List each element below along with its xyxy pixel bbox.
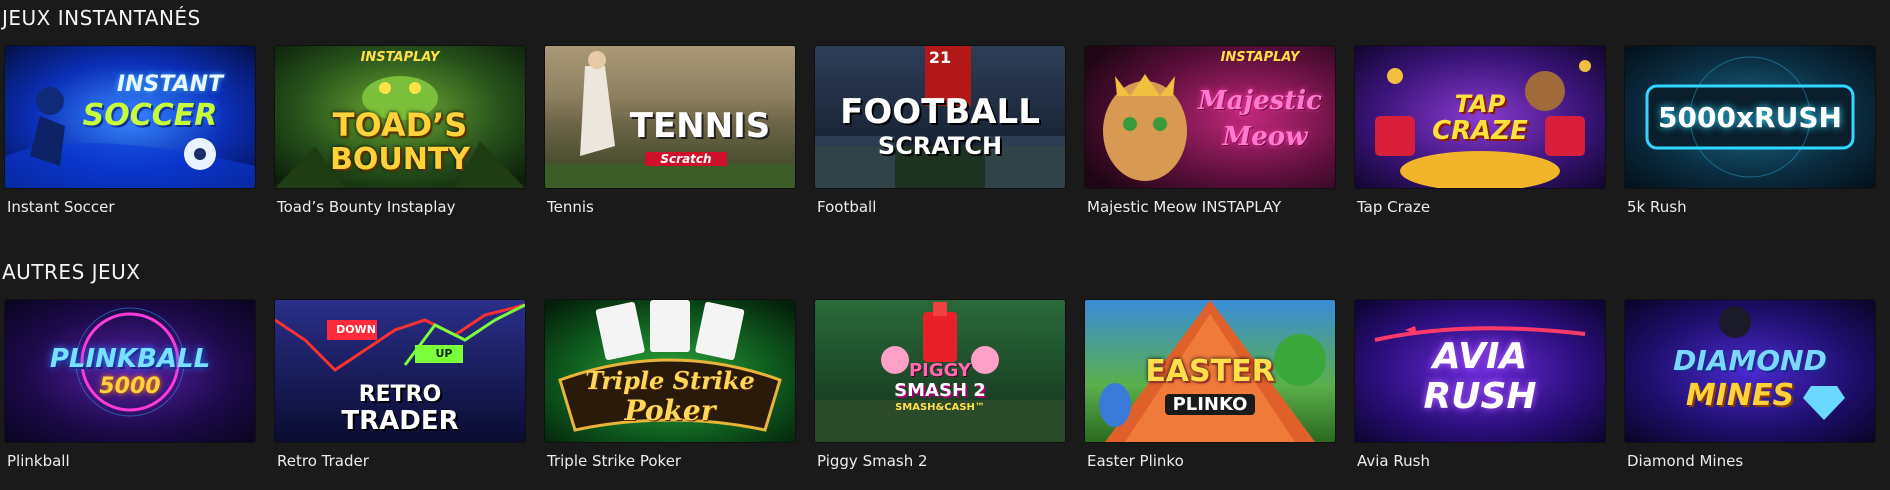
game-card-retro-trader[interactable]: DOWN UP RETRO TRADER Retro Trader (275, 300, 527, 470)
game-title[interactable]: Diamond Mines (1627, 452, 1743, 470)
game-title[interactable]: Plinkball (7, 452, 70, 470)
game-card-tap-craze[interactable]: TAP CRAZE Tap Craze (1355, 46, 1607, 216)
game-title[interactable]: Piggy Smash 2 (817, 452, 928, 470)
game-thumbnail[interactable]: AVIA RUSH (1355, 300, 1605, 442)
game-thumbnail[interactable]: TAP CRAZE (1355, 46, 1605, 188)
game-card-instant-soccer[interactable]: INSTANT SOCCER Instant Soccer (5, 46, 257, 216)
game-thumbnail[interactable]: INSTAPLAY Majestic Meow (1085, 46, 1335, 188)
game-title[interactable]: Majestic Meow INSTAPLAY (1087, 198, 1281, 216)
section-title: JEUX INSTANTANÉS (2, 6, 201, 30)
game-thumbnail[interactable]: DOWN UP RETRO TRADER (275, 300, 525, 442)
game-title[interactable]: Tap Craze (1357, 198, 1430, 216)
game-title[interactable]: Easter Plinko (1087, 452, 1184, 470)
game-card-easter-plinko[interactable]: EASTER PLINKO Easter Plinko (1085, 300, 1337, 470)
game-thumbnail[interactable]: DIAMOND MINES (1625, 300, 1875, 442)
game-title[interactable]: Toad’s Bounty Instaplay (277, 198, 455, 216)
game-title[interactable]: 5k Rush (1627, 198, 1687, 216)
game-title[interactable]: Football (817, 198, 876, 216)
game-card-piggy-smash-2[interactable]: PIGGY SMASH 2 SMASH&CASH™ Piggy Smash 2 (815, 300, 1067, 470)
game-title[interactable]: Triple Strike Poker (547, 452, 681, 470)
game-card-toads-bounty[interactable]: INSTAPLAY TOAD’S BOUNTY Toad’s Bounty In… (275, 46, 527, 216)
game-thumbnail[interactable]: INSTAPLAY TOAD’S BOUNTY (275, 46, 525, 188)
game-thumbnail[interactable]: 5000xRUSH (1625, 46, 1875, 188)
game-card-avia-rush[interactable]: AVIA RUSH Avia Rush (1355, 300, 1607, 470)
game-card-tennis[interactable]: TENNIS Scratch Tennis (545, 46, 797, 216)
game-card-football[interactable]: 21 FOOTBALL SCRATCH Football (815, 46, 1067, 216)
game-thumbnail[interactable]: INSTANT SOCCER (5, 46, 255, 188)
game-card-majestic-meow[interactable]: INSTAPLAY Majestic Meow Majestic Meow IN… (1085, 46, 1337, 216)
game-card-diamond-mines[interactable]: DIAMOND MINES Diamond Mines (1625, 300, 1877, 470)
section-title: AUTRES JEUX (2, 260, 141, 284)
game-thumbnail[interactable]: PLINKBALL 5000 (5, 300, 255, 442)
game-title[interactable]: Avia Rush (1357, 452, 1430, 470)
game-title[interactable]: Instant Soccer (7, 198, 115, 216)
game-title[interactable]: Tennis (547, 198, 594, 216)
game-card-5k-rush[interactable]: 5000xRUSH 5k Rush (1625, 46, 1877, 216)
game-thumbnail[interactable]: Triple Strike Poker (545, 300, 795, 442)
game-thumbnail[interactable]: PIGGY SMASH 2 SMASH&CASH™ (815, 300, 1065, 442)
game-card-triple-strike-poker[interactable]: Triple Strike Poker Triple Strike Poker (545, 300, 797, 470)
game-card-plinkball[interactable]: PLINKBALL 5000 Plinkball (5, 300, 257, 470)
game-title[interactable]: Retro Trader (277, 452, 369, 470)
game-thumbnail[interactable]: EASTER PLINKO (1085, 300, 1335, 442)
game-thumbnail[interactable]: TENNIS Scratch (545, 46, 795, 188)
game-thumbnail[interactable]: 21 FOOTBALL SCRATCH (815, 46, 1065, 188)
